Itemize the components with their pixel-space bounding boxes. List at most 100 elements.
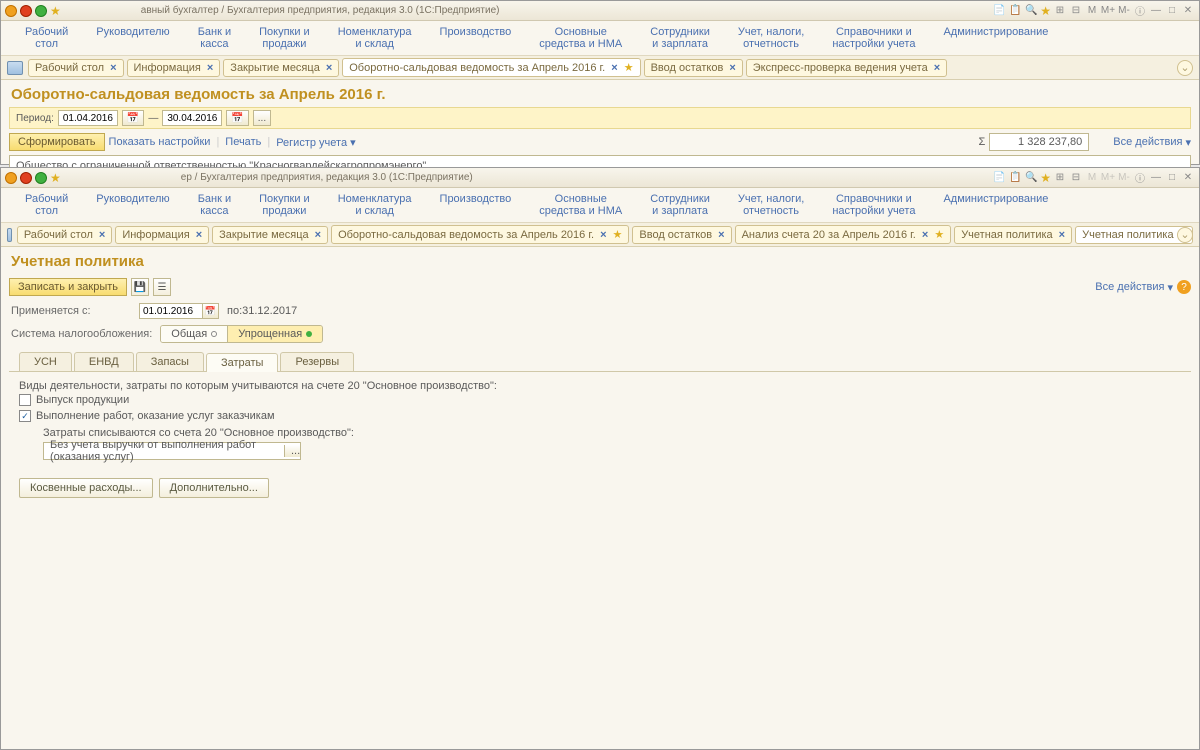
star-icon[interactable]: ★ [1040, 4, 1051, 18]
menu-refs[interactable]: Справочники и настройки учета [818, 23, 929, 53]
tab-close-icon[interactable]: × [1059, 229, 1065, 241]
toolbar-icon[interactable]: ⊞ [1053, 4, 1067, 18]
toolbar-icon[interactable]: 🔍 [1024, 4, 1038, 18]
toolbar-icon[interactable]: 📄 [992, 171, 1006, 185]
star-icon[interactable]: ★ [613, 228, 623, 241]
radio-simplified[interactable]: Упрощенная [228, 326, 322, 342]
minimize-icon[interactable]: — [1149, 4, 1163, 18]
tab-close-icon[interactable]: × [110, 62, 116, 74]
toolbar-icon[interactable]: 📋 [1008, 4, 1022, 18]
sum-field[interactable]: 1 328 237,80 [989, 133, 1089, 151]
date-from-input[interactable] [58, 110, 118, 126]
tab-express[interactable]: Экспресс-проверка ведения учета× [746, 59, 947, 77]
save-close-button[interactable]: Записать и закрыть [9, 278, 127, 296]
subtab-envd[interactable]: ЕНВД [74, 352, 134, 371]
save-icon[interactable]: 💾 [131, 278, 149, 296]
subtab-reserves[interactable]: Резервы [280, 352, 354, 371]
menu-manager[interactable]: Руководителю [82, 190, 183, 220]
favorite-icon[interactable]: ★ [50, 171, 61, 185]
tab-close-icon[interactable]: × [718, 229, 724, 241]
toolbar-icon[interactable]: ⊞ [1053, 171, 1067, 185]
menu-desktop[interactable]: Рабочий стол [11, 23, 82, 53]
menu-assets[interactable]: Основные средства и НМА [525, 23, 636, 53]
menu-bank[interactable]: Банк и касса [184, 190, 245, 220]
close-icon[interactable]: ✕ [1181, 171, 1195, 185]
tabs-expand-icon[interactable]: ⌄ [1177, 60, 1193, 76]
tab-close-icon[interactable]: × [611, 62, 617, 74]
menu-desktop[interactable]: Рабочий стол [11, 190, 82, 220]
tab-policy-active[interactable]: Учетная политика× [1075, 226, 1193, 244]
favorite-icon[interactable]: ★ [50, 4, 61, 18]
tab-close-icon[interactable]: × [326, 62, 332, 74]
radio-common[interactable]: Общая [161, 326, 228, 342]
menu-admin[interactable]: Администрирование [929, 190, 1062, 220]
applies-date-input[interactable] [139, 303, 203, 319]
menu-production[interactable]: Производство [426, 190, 526, 220]
desktop-icon[interactable] [7, 228, 12, 242]
print-link[interactable]: Печать [225, 136, 261, 148]
menu-sales[interactable]: Покупки и продажи [245, 23, 324, 53]
tab-close-icon[interactable]: × [207, 62, 213, 74]
tab-balances[interactable]: Ввод остатков× [644, 59, 743, 77]
period-picker-icon[interactable]: ... [253, 110, 271, 126]
tab-closing[interactable]: Закрытие месяца× [212, 226, 328, 244]
info-icon[interactable]: ⓘ [1133, 4, 1147, 18]
tab-close-icon[interactable]: × [934, 62, 940, 74]
ellipsis-icon[interactable]: ... [284, 445, 300, 457]
menu-sales[interactable]: Покупки и продажи [245, 190, 324, 220]
help-icon[interactable]: ? [1177, 280, 1191, 294]
tab-report[interactable]: Оборотно-сальдовая ведомость за Апрель 2… [331, 225, 629, 244]
all-actions-link[interactable]: Все действия ▾ [1113, 136, 1191, 149]
toolbar-icon[interactable]: 📋 [1008, 171, 1022, 185]
tab-policy[interactable]: Учетная политика× [954, 226, 1072, 244]
menu-tax[interactable]: Учет, налоги, отчетность [724, 23, 818, 53]
menu-employees[interactable]: Сотрудники и зарплата [636, 190, 724, 220]
info-icon[interactable]: ⓘ [1133, 171, 1147, 185]
tab-info[interactable]: Информация× [127, 59, 221, 77]
menu-employees[interactable]: Сотрудники и зарплата [636, 23, 724, 53]
menu-assets[interactable]: Основные средства и НМА [525, 190, 636, 220]
menu-production[interactable]: Производство [426, 23, 526, 53]
menu-stock[interactable]: Номенклатура и склад [324, 190, 426, 220]
maximize-icon[interactable]: □ [1165, 171, 1179, 185]
tab-balances[interactable]: Ввод остатков× [632, 226, 731, 244]
star-icon[interactable]: ★ [624, 61, 634, 74]
calc-mminus[interactable]: M- [1117, 4, 1131, 18]
calc-mplus[interactable]: M+ [1101, 4, 1115, 18]
toolbar-icon[interactable]: ⊟ [1069, 171, 1083, 185]
minimize-icon[interactable]: — [1149, 171, 1163, 185]
tab-report[interactable]: Оборотно-сальдовая ведомость за Апрель 2… [342, 58, 640, 77]
structure-icon[interactable]: ☰ [153, 278, 171, 296]
tab-close-icon[interactable]: × [729, 62, 735, 74]
tab-close-icon[interactable]: × [99, 229, 105, 241]
tabs-expand-icon[interactable]: ⌄ [1177, 227, 1193, 243]
show-settings-link[interactable]: Показать настройки [109, 136, 211, 148]
desktop-icon[interactable] [7, 61, 23, 75]
tab-analysis[interactable]: Анализ счета 20 за Апрель 2016 г.×★ [735, 225, 952, 244]
close-icon[interactable]: ✕ [1181, 4, 1195, 18]
toolbar-icon[interactable]: ⊟ [1069, 4, 1083, 18]
tab-close-icon[interactable]: × [600, 229, 606, 241]
maximize-icon[interactable]: □ [1165, 4, 1179, 18]
tab-desktop[interactable]: Рабочий стол× [17, 226, 113, 244]
tab-closing[interactable]: Закрытие месяца× [223, 59, 339, 77]
form-report-button[interactable]: Сформировать [9, 133, 105, 151]
tab-close-icon[interactable]: × [196, 229, 202, 241]
checkbox-services[interactable]: ✓ [19, 410, 31, 422]
tab-close-icon[interactable]: × [922, 229, 928, 241]
subtab-usn[interactable]: УСН [19, 352, 72, 371]
subtab-costs[interactable]: Затраты [206, 353, 279, 372]
additional-button[interactable]: Дополнительно... [159, 478, 269, 498]
calc-m[interactable]: M [1085, 4, 1099, 18]
menu-bank[interactable]: Банк и касса [184, 23, 245, 53]
date-to-input[interactable] [162, 110, 222, 126]
menu-refs[interactable]: Справочники и настройки учета [818, 190, 929, 220]
all-actions-link[interactable]: Все действия ▾ [1095, 281, 1173, 294]
calendar-icon[interactable]: 📅 [203, 303, 219, 319]
star-icon[interactable]: ★ [1040, 171, 1051, 185]
tab-close-icon[interactable]: × [315, 229, 321, 241]
register-link[interactable]: Регистр учета ▾ [276, 136, 355, 149]
tab-info[interactable]: Информация× [115, 226, 209, 244]
menu-tax[interactable]: Учет, налоги, отчетность [724, 190, 818, 220]
calendar-icon[interactable]: 📅 [226, 110, 248, 126]
